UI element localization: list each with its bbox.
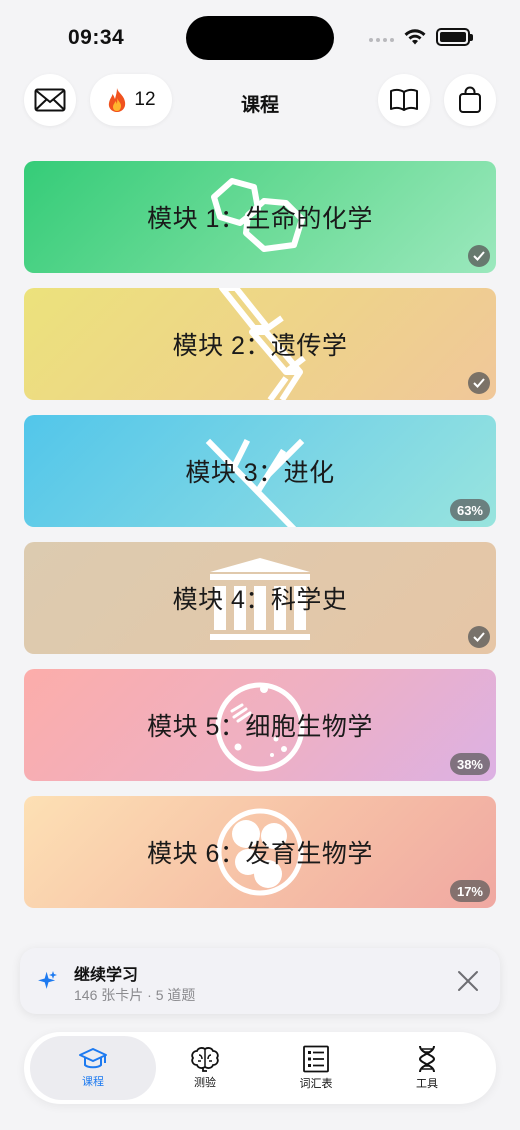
module-title: 模块 5：细胞生物学 bbox=[147, 713, 373, 741]
module-card-6[interactable]: 模块 6：发育生物学 17% bbox=[24, 796, 496, 908]
continue-title: 继续学习 bbox=[74, 967, 139, 984]
module-card-3[interactable]: 模块 3：进化 63% bbox=[24, 415, 496, 527]
checkmark-icon bbox=[468, 626, 490, 648]
progress-badge: 63% bbox=[449, 499, 490, 521]
sparkle-icon bbox=[38, 971, 57, 989]
progress-badge: 38% bbox=[449, 753, 490, 775]
tab-bar: 课程 测验 词汇表 工具 bbox=[24, 1032, 496, 1104]
progress-badge: 17% bbox=[449, 880, 490, 902]
status-bar: 09:34 bbox=[0, 0, 520, 70]
continue-learning-banner[interactable]: 继续学习 146 张卡片 · 5 道题 bbox=[20, 948, 500, 1014]
cellular-signal-icon bbox=[369, 38, 394, 42]
battery-icon bbox=[436, 28, 473, 46]
tab-quiz[interactable]: 测验 bbox=[142, 1036, 268, 1100]
checkmark-icon bbox=[468, 245, 490, 267]
continue-subtitle: 146 张卡片 · 5 道题 bbox=[74, 987, 196, 1003]
open-book-icon bbox=[390, 88, 418, 111]
brain-icon bbox=[191, 1047, 219, 1072]
status-time: 09:34 bbox=[68, 26, 125, 49]
checkmark-icon bbox=[468, 372, 490, 394]
glossary-list-icon bbox=[303, 1045, 329, 1073]
module-title: 模块 6：发育生物学 bbox=[147, 840, 373, 868]
module-card-2[interactable]: 模块 2：遗传学 bbox=[24, 288, 496, 400]
shopping-bag-icon bbox=[459, 86, 481, 113]
tab-label: 测验 bbox=[194, 1077, 216, 1089]
module-card-1[interactable]: 模块 1：生命的化学 bbox=[24, 161, 496, 273]
graduation-cap-icon bbox=[79, 1048, 107, 1069]
page-title: 课程 bbox=[240, 95, 279, 116]
module-card-5[interactable]: 模块 5：细胞生物学 38% bbox=[24, 669, 496, 781]
shop-button[interactable] bbox=[444, 74, 496, 126]
wifi-icon bbox=[404, 29, 426, 45]
dna-tool-icon bbox=[418, 1045, 436, 1073]
tab-tools[interactable]: 工具 bbox=[364, 1036, 490, 1100]
tab-label: 工具 bbox=[416, 1078, 438, 1090]
library-button[interactable] bbox=[378, 74, 430, 126]
module-title: 模块 2：遗传学 bbox=[172, 332, 348, 360]
tab-courses[interactable]: 课程 bbox=[30, 1036, 156, 1100]
dynamic-island bbox=[186, 16, 334, 60]
module-title: 模块 1：生命的化学 bbox=[147, 205, 373, 233]
module-title: 模块 4：科学史 bbox=[172, 586, 348, 614]
tab-glossary[interactable]: 词汇表 bbox=[253, 1036, 379, 1100]
tab-label: 课程 bbox=[82, 1076, 104, 1088]
module-title: 模块 3：进化 bbox=[185, 459, 335, 487]
close-icon[interactable] bbox=[456, 969, 480, 993]
module-card-4[interactable]: 模块 4：科学史 bbox=[24, 542, 496, 654]
tab-label: 词汇表 bbox=[299, 1078, 333, 1090]
